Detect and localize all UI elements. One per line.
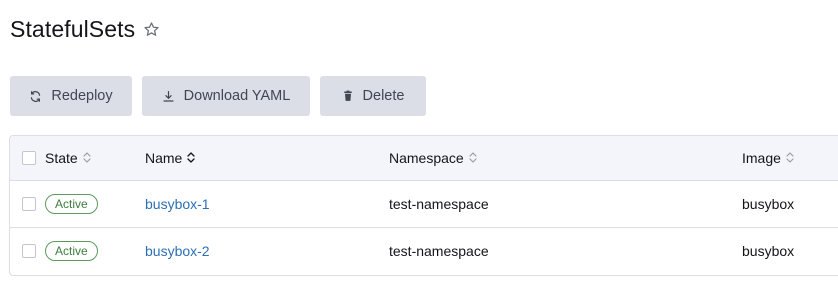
row-checkbox[interactable] — [22, 244, 36, 258]
table-header: State Name Namespace Image — [10, 136, 838, 181]
column-header-image-label: Image — [742, 150, 781, 166]
namespace-cell: test-namespace — [389, 243, 489, 259]
image-cell: busybox — [742, 243, 795, 259]
column-header-namespace[interactable]: Namespace — [389, 150, 477, 166]
page-title: StatefulSets — [10, 16, 136, 42]
sort-active-icon — [187, 150, 196, 166]
column-header-namespace-label: Namespace — [389, 150, 464, 166]
trash-icon — [342, 90, 354, 102]
row-checkbox[interactable] — [22, 197, 36, 211]
download-yaml-button[interactable]: Download YAML — [142, 76, 310, 116]
table-row: Active busybox-2 test-namespace busybox — [10, 228, 838, 274]
delete-button[interactable]: Delete — [320, 76, 426, 116]
download-icon — [162, 90, 175, 103]
column-header-name-label: Name — [145, 150, 183, 166]
namespace-cell: test-namespace — [389, 196, 489, 212]
column-header-image[interactable]: Image — [742, 150, 794, 166]
table-row: Active busybox-1 test-namespace busybox — [10, 181, 838, 228]
delete-label: Delete — [362, 88, 405, 104]
image-cell: busybox — [742, 196, 795, 212]
refresh-icon — [29, 90, 42, 103]
sort-icon — [83, 150, 91, 166]
column-header-name[interactable]: Name — [145, 150, 196, 166]
statefulset-name-link[interactable]: busybox-1 — [145, 196, 210, 212]
sort-icon — [786, 150, 794, 166]
status-badge: Active — [45, 194, 98, 214]
select-all-checkbox[interactable] — [22, 151, 36, 165]
redeploy-label: Redeploy — [51, 88, 113, 104]
column-header-state-label: State — [45, 150, 78, 166]
statefulsets-table: State Name Namespace Image Active busybo… — [9, 135, 838, 276]
star-icon[interactable] — [143, 21, 160, 38]
column-header-state[interactable]: State — [45, 150, 91, 166]
download-yaml-label: Download YAML — [183, 88, 291, 104]
statefulset-name-link[interactable]: busybox-2 — [145, 243, 210, 259]
page-header: StatefulSets — [10, 16, 160, 43]
status-badge: Active — [45, 241, 98, 261]
action-toolbar: Redeploy Download YAML Delete — [10, 76, 426, 116]
redeploy-button[interactable]: Redeploy — [10, 76, 132, 116]
sort-icon — [469, 150, 477, 166]
